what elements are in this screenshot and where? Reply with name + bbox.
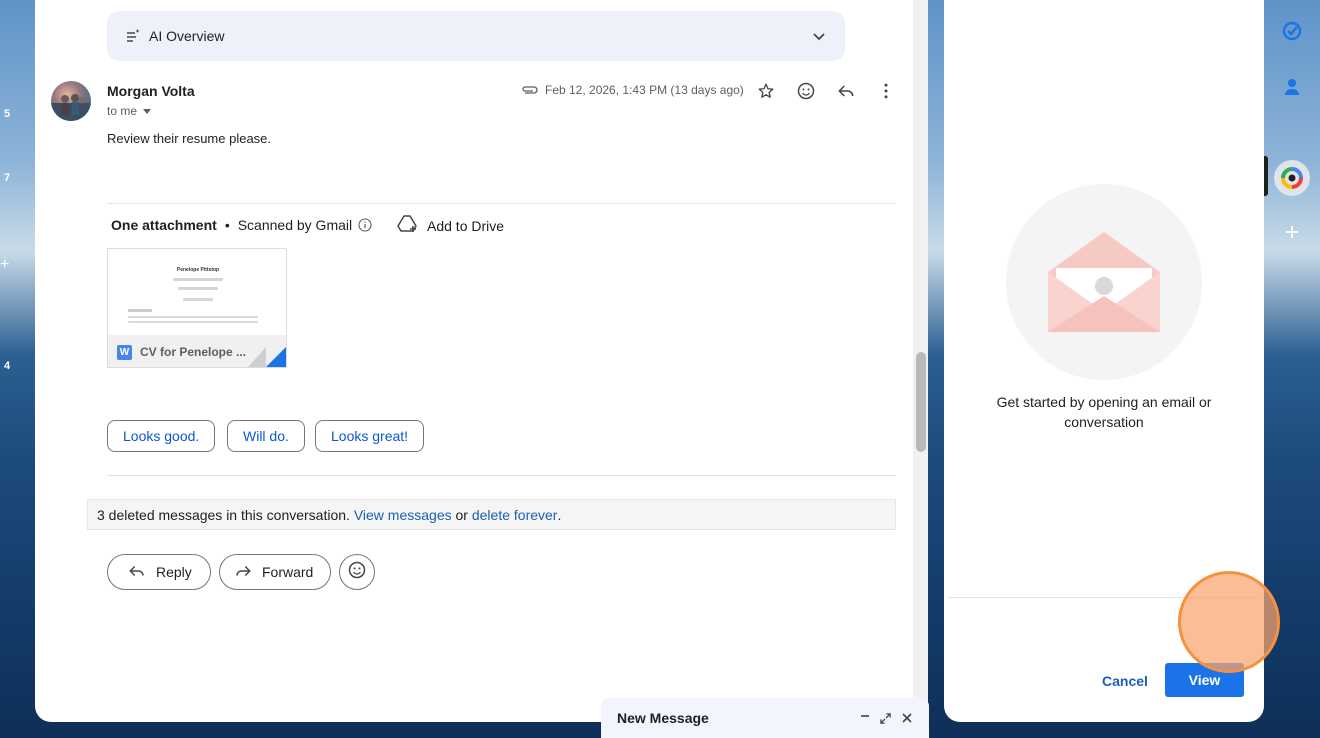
- preview-line: [173, 278, 223, 281]
- scrollbar-thumb[interactable]: [916, 352, 926, 452]
- tasks-icon[interactable]: [1278, 17, 1306, 45]
- minimize-icon[interactable]: [858, 712, 871, 725]
- ai-overview-bar[interactable]: AI Overview: [107, 11, 845, 61]
- attachment-filename: CV for Penelope ...: [140, 345, 247, 359]
- emoji-react-icon[interactable]: [794, 79, 818, 103]
- scanned-label: Scanned by Gmail: [237, 217, 353, 233]
- caret-down-icon[interactable]: [143, 108, 152, 114]
- close-icon[interactable]: [900, 712, 913, 725]
- mail-panel: AI Overview Morgan Volta to me Feb 12, 2…: [35, 0, 913, 722]
- message-date: Feb 12, 2026, 1:43 PM (13 days ago): [521, 83, 744, 97]
- sender-name: Morgan Volta: [107, 83, 195, 99]
- date-text: Feb 12, 2026, 1:43 PM (13 days ago): [545, 83, 744, 97]
- or-text: or: [455, 506, 468, 523]
- ai-overview-label: AI Overview: [149, 28, 225, 44]
- attachment-divider: [107, 203, 896, 204]
- reply-icon[interactable]: [834, 79, 858, 103]
- word-doc-icon: W: [117, 344, 132, 360]
- preview-line: [183, 298, 213, 301]
- period-text: .: [557, 506, 562, 523]
- separator-dot: •: [224, 217, 230, 233]
- add-to-drive-button[interactable]: Add to Drive: [397, 214, 504, 237]
- preview-line: [128, 321, 258, 323]
- add-to-drive-label: Add to Drive: [427, 217, 505, 234]
- drive-add-icon: [397, 214, 419, 237]
- avatar[interactable]: [51, 81, 91, 121]
- left-number: 7: [3, 172, 11, 184]
- cancel-button[interactable]: Cancel: [1092, 664, 1158, 698]
- contacts-icon[interactable]: [1278, 73, 1306, 101]
- background-left-strip: 5 7 + 4: [0, 0, 35, 738]
- deleted-notice-text: 3 deleted messages in this conversation.: [97, 506, 350, 523]
- info-icon[interactable]: [358, 218, 372, 232]
- preview-heading: Penelope Pittstop: [176, 267, 220, 273]
- new-message-title: New Message: [617, 710, 709, 726]
- compose-controls: [858, 712, 913, 725]
- thread-divider: [107, 475, 896, 476]
- sparkle-list-icon: [125, 28, 141, 44]
- forward-button[interactable]: Forward: [219, 554, 331, 590]
- attachment-count: One attachment: [111, 217, 217, 233]
- reply-label: Reply: [156, 564, 192, 580]
- attachment-clip-icon: [521, 84, 539, 96]
- left-number: 5: [3, 108, 11, 120]
- forward-icon: [234, 563, 252, 582]
- reply-icon: [128, 563, 146, 582]
- deleted-messages-notice: 3 deleted messages in this conversation.…: [87, 499, 896, 530]
- plus-icon: +: [0, 256, 10, 273]
- smart-reply-chip[interactable]: Will do.: [227, 420, 305, 452]
- add-addon-icon[interactable]: [1278, 218, 1306, 246]
- attachment-header: One attachment • Scanned by Gmail: [111, 217, 372, 233]
- chevron-down-icon[interactable]: [811, 28, 827, 44]
- emoji-icon: [347, 560, 367, 585]
- document-preview: Penelope Pittstop: [108, 249, 286, 335]
- page-fold-shadow: [248, 347, 266, 367]
- envelope-icon: [1048, 232, 1160, 332]
- empty-state-illustration: [1006, 184, 1202, 380]
- app-rail: [1264, 0, 1320, 738]
- left-number: 4: [3, 360, 11, 372]
- message-body: Review their resume please.: [107, 131, 272, 146]
- recipient-details[interactable]: to me: [107, 104, 152, 118]
- preview-line: [128, 316, 258, 318]
- smart-reply-chip[interactable]: Looks good.: [107, 420, 216, 452]
- delete-forever-link[interactable]: delete forever: [472, 507, 558, 523]
- new-message-bar[interactable]: New Message: [601, 698, 929, 738]
- more-vertical-icon[interactable]: [874, 79, 898, 103]
- star-icon[interactable]: [754, 79, 778, 103]
- preview-line: [128, 309, 152, 312]
- preview-line: [178, 287, 218, 290]
- addon-app-icon[interactable]: [1274, 160, 1310, 196]
- expand-icon[interactable]: [879, 712, 892, 725]
- page-fold-corner: [266, 347, 286, 367]
- empty-state-text: Get started by opening an email or conve…: [996, 394, 1212, 430]
- recipient-label: to me: [107, 104, 138, 118]
- view-messages-link[interactable]: View messages: [354, 507, 452, 523]
- forward-label: Forward: [262, 564, 314, 580]
- smart-reply-chip[interactable]: Looks great!: [315, 420, 425, 452]
- reply-button[interactable]: Reply: [107, 554, 211, 590]
- emoji-button[interactable]: [339, 554, 375, 590]
- active-indicator: [1264, 156, 1268, 196]
- attachment-card[interactable]: Penelope Pittstop W CV for Penelope ...: [107, 248, 287, 368]
